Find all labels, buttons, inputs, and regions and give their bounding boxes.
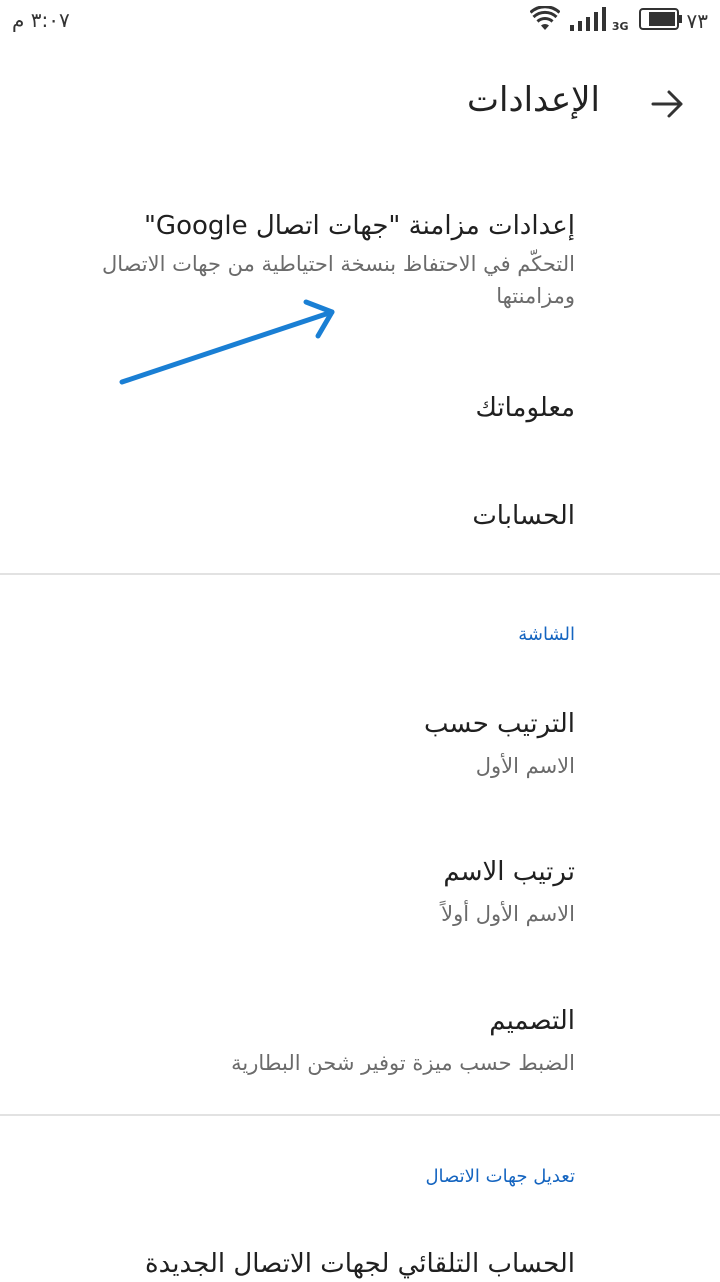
signal-icon bbox=[569, 7, 608, 35]
section-header-display: الشاشة bbox=[518, 624, 575, 645]
status-icons: 3G ٧٣ bbox=[529, 5, 708, 36]
setting-subtitle: الاسم الأول bbox=[475, 754, 575, 778]
divider bbox=[0, 573, 720, 575]
page-title: الإعدادات bbox=[466, 80, 600, 120]
setting-theme[interactable]: التصميم الضبط حسب ميزة توفير شحن البطاري… bbox=[90, 1003, 575, 1079]
setting-subtitle: الضبط حسب ميزة توفير شحن البطارية bbox=[231, 1051, 575, 1075]
setting-google-contacts-sync[interactable]: إعدادات مزامنة "جهات اتصال Google" التحك… bbox=[90, 208, 575, 312]
battery-icon bbox=[638, 8, 683, 34]
status-bar: ٣:٠٧ م 3G ٧٣ bbox=[0, 0, 720, 44]
setting-title: التصميم bbox=[489, 1006, 575, 1036]
network-type-label: 3G bbox=[611, 19, 629, 33]
status-time: ٣:٠٧ م bbox=[12, 8, 70, 32]
wifi-icon bbox=[529, 5, 561, 36]
setting-subtitle: الاسم الأول أولاً bbox=[441, 902, 575, 926]
battery-level: ٧٣ bbox=[686, 9, 708, 33]
setting-name-format[interactable]: ترتيب الاسم الاسم الأول أولاً bbox=[90, 854, 575, 930]
setting-accounts[interactable]: الحسابات bbox=[90, 498, 575, 534]
setting-sort-by[interactable]: الترتيب حسب الاسم الأول bbox=[90, 706, 575, 782]
setting-subtitle: التحكّم في الاحتفاظ بنسخة احتياطية من جه… bbox=[101, 252, 575, 308]
setting-default-account[interactable]: الحساب التلقائي لجهات الاتصال الجديدة bbox=[60, 1246, 575, 1282]
arrow-right-icon bbox=[651, 89, 685, 123]
setting-title: معلوماتك bbox=[475, 393, 575, 423]
setting-title: ترتيب الاسم bbox=[443, 857, 575, 887]
setting-title: الترتيب حسب bbox=[423, 709, 575, 739]
section-header-edit-contacts: تعديل جهات الاتصال bbox=[425, 1166, 575, 1187]
setting-title: إعدادات مزامنة "جهات اتصال Google" bbox=[143, 211, 575, 241]
app-bar: الإعدادات bbox=[0, 70, 720, 142]
back-button[interactable] bbox=[646, 84, 690, 128]
setting-title: الحساب التلقائي لجهات الاتصال الجديدة bbox=[145, 1249, 575, 1279]
setting-your-info[interactable]: معلوماتك bbox=[90, 390, 575, 426]
setting-title: الحسابات bbox=[472, 501, 575, 531]
divider bbox=[0, 1114, 720, 1116]
